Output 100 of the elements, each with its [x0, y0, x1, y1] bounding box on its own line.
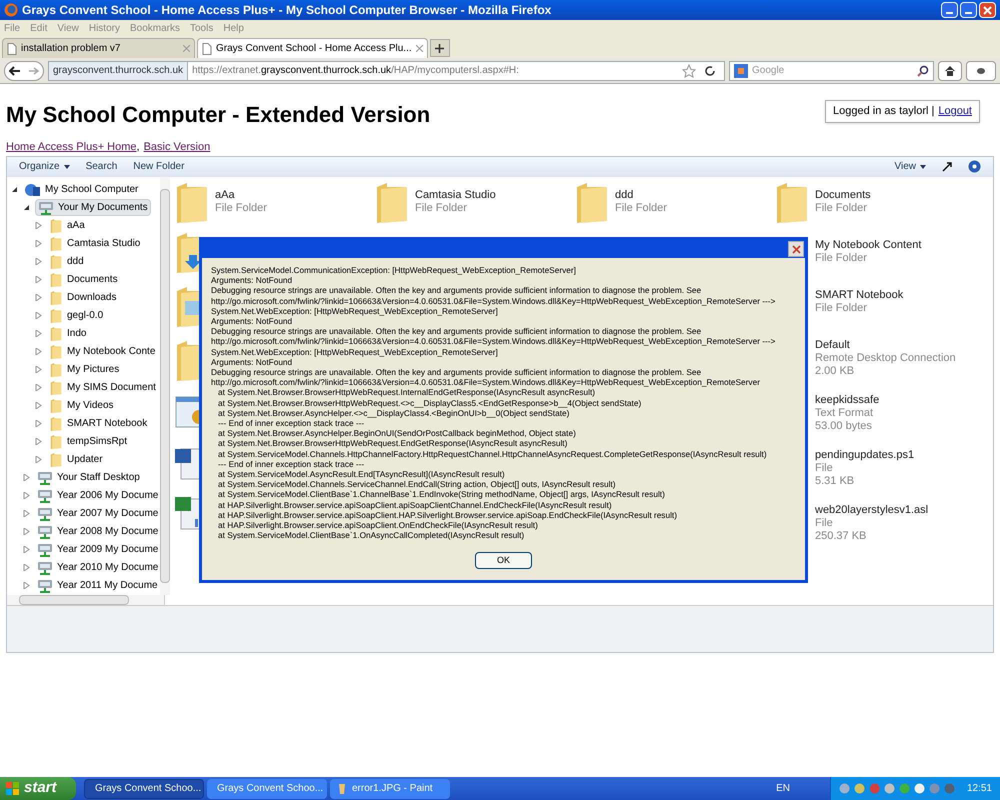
tree-item[interactable]: My Pictures — [47, 361, 122, 378]
collapsed-arrow-icon[interactable] — [35, 348, 42, 355]
collapsed-arrow-icon[interactable] — [23, 492, 30, 499]
tree-item[interactable]: Your My Documents — [35, 199, 151, 216]
collapsed-arrow-icon[interactable] — [35, 258, 42, 265]
file-name[interactable]: web20layerstylesv1.asl — [815, 504, 928, 516]
tree-item[interactable]: Your Staff Desktop — [35, 469, 142, 486]
file-name[interactable]: My Notebook Content — [815, 238, 922, 252]
reload-icon[interactable] — [704, 64, 716, 76]
view-button[interactable]: View — [894, 159, 926, 174]
tree-item[interactable]: ddd — [47, 253, 86, 270]
file-name[interactable]: pendingupdates.ps1 — [815, 448, 914, 462]
home-button[interactable] — [938, 60, 962, 80]
tree-item[interactable]: My Notebook Conte — [47, 343, 158, 360]
file-name[interactable]: SMART Notebook — [815, 288, 904, 302]
taskbar-item[interactable]: Grays Convent Schoo... — [207, 778, 327, 798]
collapsed-arrow-icon[interactable] — [23, 474, 30, 481]
tree-item[interactable]: Year 2006 My Docume — [35, 487, 160, 504]
start-button[interactable]: start — [0, 777, 76, 800]
collapsed-arrow-icon[interactable] — [35, 276, 42, 283]
stack-trace-line: at System.ServiceModel.AsyncResult.End[TAsyncResult](IAsyncResult result) — [217, 469, 506, 480]
tray-icon[interactable] — [944, 783, 955, 794]
toolbar-button[interactable]: Organize — [19, 159, 70, 174]
collapsed-arrow-icon[interactable] — [35, 222, 42, 229]
maximize-button[interactable] — [960, 2, 977, 18]
ok-button[interactable]: OK — [475, 552, 532, 570]
tray-icon[interactable] — [839, 783, 850, 794]
collapsed-arrow-icon[interactable] — [35, 420, 42, 427]
collapsed-arrow-icon[interactable] — [23, 582, 30, 589]
tree-item-label: ddd — [67, 255, 84, 269]
tree-item[interactable]: My Videos — [47, 397, 116, 414]
tray-icon[interactable] — [884, 783, 895, 794]
expanded-arrow-icon[interactable] — [23, 204, 30, 211]
taskbar-item[interactable]: Grays Convent Schoo... — [84, 778, 204, 798]
collapsed-arrow-icon[interactable] — [35, 438, 42, 445]
tree-item[interactable]: Updater — [47, 451, 105, 468]
tray-icon[interactable] — [854, 783, 865, 794]
tray-icon[interactable] — [914, 783, 925, 794]
tree-item[interactable]: aAa — [47, 217, 87, 234]
search-engine-icon[interactable] — [734, 64, 748, 78]
stack-trace-line: at System.Net.Browser.BrowserHttpWebRequest.EndGetResponse(IAsyncResult asyncResult) — [217, 438, 568, 449]
file-name[interactable]: ddd — [615, 188, 667, 202]
tree-item[interactable]: Camtasia Studio — [47, 235, 142, 252]
collapsed-arrow-icon[interactable] — [35, 312, 42, 319]
url-text: https://extranet.graysconvent.thurrock.sch.uk/HAP/mycomputersl.aspx#H: — [191, 64, 520, 78]
new-tab-button[interactable] — [430, 39, 450, 57]
tree-item[interactable]: Indo — [47, 325, 88, 342]
close-button[interactable] — [788, 241, 804, 257]
horizontal-scrollbar[interactable] — [7, 594, 164, 604]
tree-item[interactable]: tempSimsRpt — [47, 433, 130, 450]
tree-item[interactable]: gegl-0.0 — [47, 307, 106, 324]
collapsed-arrow-icon[interactable] — [35, 294, 42, 301]
tree-item[interactable]: Year 2009 My Docume — [35, 541, 160, 558]
page-link[interactable]: Basic Version — [144, 139, 210, 156]
browser-tab[interactable]: installation problem v7 — [2, 38, 195, 58]
minimize-button[interactable] — [941, 2, 958, 18]
collapsed-arrow-icon[interactable] — [35, 456, 42, 463]
file-name[interactable]: aAa — [215, 188, 267, 202]
collapsed-arrow-icon[interactable] — [23, 546, 30, 553]
star-icon[interactable] — [682, 64, 696, 78]
close-tab-icon[interactable] — [183, 45, 190, 52]
tree-item[interactable]: Year 2010 My Docume — [35, 559, 160, 576]
file-name[interactable]: Camtasia Studio — [415, 188, 496, 202]
file-name[interactable]: Default — [815, 338, 956, 352]
tree-item[interactable]: Year 2008 My Docume — [35, 523, 160, 540]
page-link[interactable]: Home Access Plus+ Home — [6, 139, 137, 156]
logout-link[interactable]: Logout — [938, 103, 972, 120]
file-name[interactable]: keepkidssafe — [815, 394, 880, 406]
toolbar-button[interactable]: Search — [86, 159, 118, 174]
toolbar-button[interactable]: New Folder — [133, 159, 184, 174]
collapsed-arrow-icon[interactable] — [35, 330, 42, 337]
collapsed-arrow-icon[interactable] — [35, 240, 42, 247]
collapsed-arrow-icon[interactable] — [35, 402, 42, 409]
help-icon[interactable] — [968, 160, 981, 173]
collapsed-arrow-icon[interactable] — [35, 366, 42, 373]
collapsed-arrow-icon[interactable] — [23, 528, 30, 535]
tree-item[interactable]: Year 2007 My Docume — [35, 505, 160, 522]
tree-item[interactable]: SMART Notebook — [47, 415, 150, 432]
search-icon[interactable] — [917, 64, 929, 76]
tree-item[interactable]: Documents — [47, 271, 120, 288]
file-name[interactable]: Documents — [815, 188, 871, 202]
back-forward-button[interactable] — [4, 60, 44, 80]
language-indicator[interactable]: EN — [776, 781, 790, 796]
collapsed-arrow-icon[interactable] — [23, 564, 30, 571]
tray-icon[interactable] — [869, 783, 880, 794]
tree-item[interactable]: Downloads — [47, 289, 118, 306]
collapsed-arrow-icon[interactable] — [35, 384, 42, 391]
close-tab-icon[interactable] — [416, 45, 423, 52]
browser-tab[interactable]: Grays Convent School - Home Access Plu... — [197, 38, 428, 58]
expand-icon[interactable] — [942, 162, 952, 172]
vertical-scrollbar[interactable] — [160, 176, 170, 594]
expanded-arrow-icon[interactable] — [11, 186, 18, 193]
collapsed-arrow-icon[interactable] — [23, 510, 30, 517]
tree-item[interactable]: Year 2011 My Docume — [35, 577, 160, 594]
address-bar[interactable]: graysconvent.thurrock.sch.uk https://extranet.graysconvent.thurrock.sch.uk/HAP/mycomputersl.aspx#H: — [48, 60, 725, 80]
taskbar-item[interactable]: error1.JPG - Paint — [330, 778, 450, 798]
site-identity[interactable]: graysconvent.thurrock.sch.uk — [49, 62, 188, 80]
addon-button[interactable] — [966, 60, 996, 80]
tree-item[interactable]: My School Computer — [23, 181, 140, 198]
tree-item[interactable]: My SIMS Document — [47, 379, 158, 396]
